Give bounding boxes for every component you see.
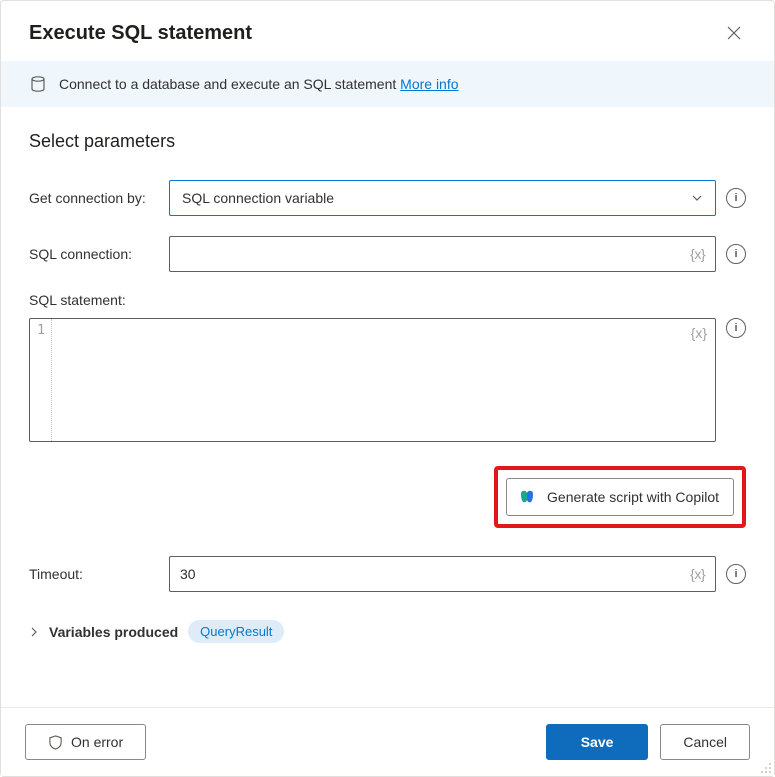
- sql-connection-label: SQL connection:: [29, 246, 165, 262]
- chevron-right-icon: [29, 627, 39, 637]
- variable-pill-queryresult[interactable]: QueryResult: [188, 620, 284, 643]
- variables-produced-toggle[interactable]: Variables produced QueryResult: [29, 612, 746, 651]
- copilot-highlight-box: Generate script with Copilot: [494, 466, 746, 528]
- sql-statement-editor[interactable]: 1 {x}: [29, 318, 716, 442]
- connection-by-label: Get connection by:: [29, 190, 165, 206]
- dialog-footer: On error Save Cancel: [1, 707, 774, 776]
- info-icon[interactable]: i: [726, 188, 746, 208]
- sql-connection-field[interactable]: [180, 246, 690, 262]
- dialog-title: Execute SQL statement: [29, 22, 252, 45]
- generate-script-copilot-button[interactable]: Generate script with Copilot: [506, 478, 734, 516]
- chevron-down-icon: [691, 192, 703, 204]
- editor-textarea[interactable]: {x}: [52, 319, 715, 441]
- on-error-button[interactable]: On error: [25, 724, 146, 760]
- info-icon[interactable]: i: [726, 318, 746, 338]
- variable-token-icon[interactable]: {x}: [690, 566, 705, 582]
- sql-statement-label: SQL statement:: [29, 292, 746, 308]
- variable-token-icon[interactable]: {x}: [691, 325, 707, 341]
- shield-icon: [48, 735, 63, 750]
- timeout-field[interactable]: [180, 566, 690, 582]
- close-icon: [727, 26, 741, 40]
- sql-statement-group: SQL statement: 1 {x} i: [29, 292, 746, 442]
- more-info-link[interactable]: More info: [400, 76, 458, 92]
- content-area-lower: Timeout: {x} i Variables produced QueryR…: [1, 556, 774, 659]
- timeout-row: Timeout: {x} i: [29, 556, 746, 592]
- content-area: Select parameters Get connection by: SQL…: [1, 107, 774, 464]
- info-icon[interactable]: i: [726, 564, 746, 584]
- database-icon: [29, 75, 47, 93]
- connection-by-select[interactable]: SQL connection variable: [169, 180, 716, 216]
- sql-connection-row: SQL connection: {x} i: [29, 236, 746, 272]
- close-button[interactable]: [722, 21, 746, 45]
- variable-token-icon[interactable]: {x}: [690, 246, 705, 262]
- copilot-button-label: Generate script with Copilot: [547, 489, 719, 505]
- dialog-header: Execute SQL statement: [1, 1, 774, 61]
- connection-by-row: Get connection by: SQL connection variab…: [29, 180, 746, 216]
- save-button[interactable]: Save: [546, 724, 649, 760]
- timeout-label: Timeout:: [29, 566, 165, 582]
- copilot-row: Generate script with Copilot: [1, 466, 746, 528]
- connection-by-value: SQL connection variable: [182, 190, 334, 206]
- cancel-button[interactable]: Cancel: [660, 724, 750, 760]
- copilot-icon: [517, 487, 537, 507]
- editor-gutter: 1: [30, 319, 52, 441]
- sql-connection-input[interactable]: {x}: [169, 236, 716, 272]
- timeout-input[interactable]: {x}: [169, 556, 716, 592]
- resize-grip-icon[interactable]: [760, 762, 772, 774]
- variables-produced-label: Variables produced: [49, 624, 178, 640]
- info-banner: Connect to a database and execute an SQL…: [1, 61, 774, 107]
- section-title: Select parameters: [29, 131, 746, 152]
- info-icon[interactable]: i: [726, 244, 746, 264]
- banner-text: Connect to a database and execute an SQL…: [59, 76, 459, 92]
